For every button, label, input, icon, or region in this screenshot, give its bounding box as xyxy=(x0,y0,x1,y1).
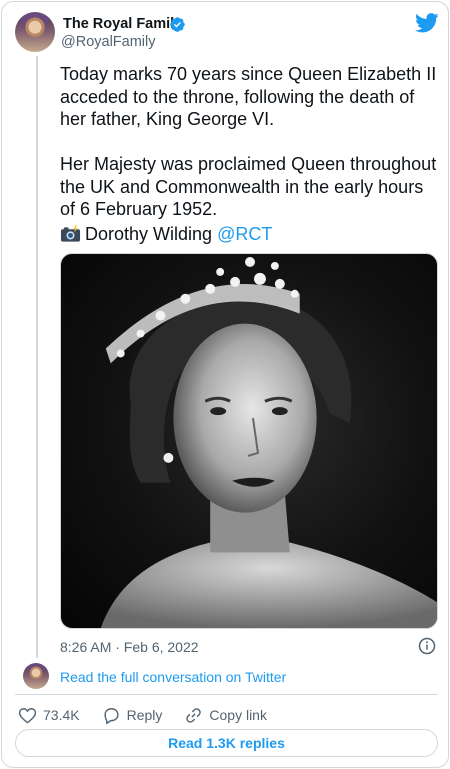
reply-button[interactable]: Reply xyxy=(102,706,163,725)
divider xyxy=(15,694,438,695)
tweet-paragraph-2: Her Majesty was proclaimed Queen through… xyxy=(60,154,437,219)
read-replies-button[interactable]: Read 1.3K replies xyxy=(15,729,438,757)
photo-credit-line: Dorothy Wilding @RCT xyxy=(60,223,272,245)
like-count: 73.4K xyxy=(43,707,80,723)
verified-badge-icon xyxy=(170,17,185,32)
copy-link-label: Copy link xyxy=(209,707,267,723)
link-icon xyxy=(186,707,202,723)
author-handle[interactable]: @RoyalFamily xyxy=(61,34,155,50)
tweet-text: Today marks 70 years since Queen Elizabe… xyxy=(60,63,440,221)
heart-icon xyxy=(18,707,37,724)
rct-mention-link[interactable]: @RCT xyxy=(217,224,272,244)
camera-with-flash-icon xyxy=(60,225,81,242)
portrait-illustration xyxy=(100,256,437,628)
read-full-conversation-link[interactable]: Read the full conversation on Twitter xyxy=(60,669,286,685)
like-button[interactable]: 73.4K xyxy=(18,706,80,725)
reply-label: Reply xyxy=(126,707,163,723)
reply-bubble-icon xyxy=(104,707,119,724)
embedded-tweet-card: The Royal Family @RoyalFamily Today mark… xyxy=(1,1,449,768)
copy-link-button[interactable]: Copy link xyxy=(184,706,267,725)
info-icon[interactable] xyxy=(418,637,436,655)
conversation-avatar xyxy=(23,663,49,689)
photo-credit-name: Dorothy Wilding xyxy=(85,224,213,244)
thread-connector-line xyxy=(36,56,38,658)
tweet-timestamp[interactable]: 8:26 AM · Feb 6, 2022 xyxy=(60,639,199,655)
twitter-bird-icon[interactable] xyxy=(415,13,439,33)
author-avatar[interactable] xyxy=(15,12,55,52)
action-bar: 73.4K Reply Copy link xyxy=(18,705,289,725)
tweet-photo[interactable] xyxy=(60,253,438,629)
author-display-name[interactable]: The Royal Family xyxy=(63,16,182,32)
tweet-paragraph-1: Today marks 70 years since Queen Elizabe… xyxy=(60,64,437,129)
